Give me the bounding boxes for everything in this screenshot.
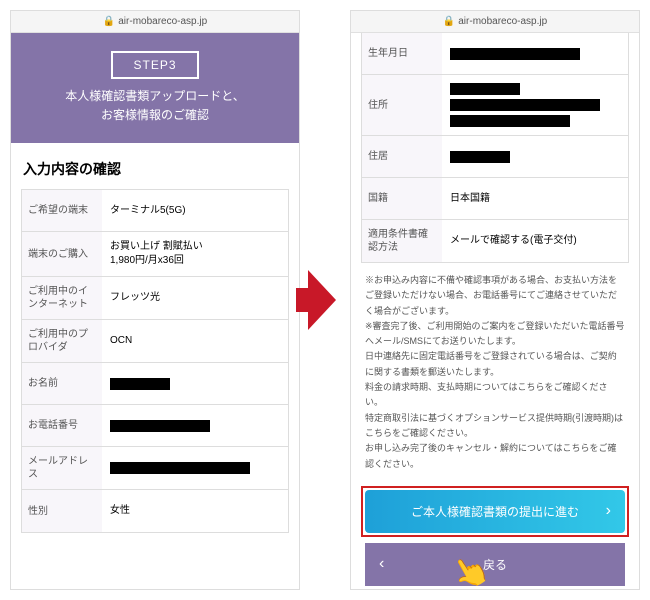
lock-icon: 🔒 (443, 11, 455, 33)
redacted-phone (110, 420, 210, 432)
step-text-2: お客様情報のご確認 (21, 106, 289, 125)
table-row: ご希望の端末ターミナル5(5G) (22, 190, 288, 232)
arrow-icon (308, 270, 336, 330)
url-bar: 🔒air-mobareco-asp.jp (11, 11, 299, 33)
confirm-table-left: ご希望の端末ターミナル5(5G) 端末のご購入お買い上げ 割賦払い 1,980円… (21, 189, 289, 533)
notes-text: ※お申込み内容に不備や確認事項がある場合、お支払い方法をご登録いただけない場合、… (351, 263, 639, 482)
url-text: air-mobareco-asp.jp (118, 16, 207, 27)
redacted-addr (450, 99, 600, 111)
table-row: 住居 (362, 136, 628, 178)
table-row: 端末のご購入お買い上げ 割賦払い 1,980円/月x36回 (22, 232, 288, 277)
table-row: ご利用中のインターネットフレッツ光 (22, 277, 288, 320)
redacted-email (110, 462, 250, 474)
step-text-1: 本人様確認書類アップロードと、 (21, 87, 289, 106)
url-bar: 🔒air-mobareco-asp.jp (351, 11, 639, 33)
highlight-box: ご本人様確認書類の提出に進む (361, 486, 629, 537)
redacted-residence (450, 151, 510, 163)
url-text: air-mobareco-asp.jp (458, 16, 547, 27)
table-row: 住所 (362, 75, 628, 136)
redacted-addr (450, 83, 520, 95)
table-row: 生年月日 (362, 33, 628, 75)
submit-documents-button[interactable]: ご本人様確認書類の提出に進む (365, 490, 625, 533)
redacted-dob (450, 48, 580, 60)
back-button[interactable]: 戻る (365, 543, 625, 586)
table-row: ご利用中のプロバイダOCN (22, 320, 288, 363)
table-row: メールアドレス (22, 447, 288, 490)
redacted-name (110, 378, 170, 390)
table-row: 性別女性 (22, 490, 288, 532)
redacted-addr (450, 115, 570, 127)
table-row: 国籍日本国籍 (362, 178, 628, 220)
step-banner: STEP3 本人様確認書類アップロードと、 お客様情報のご確認 (11, 33, 299, 143)
table-row: お電話番号 (22, 405, 288, 447)
phone-screen-right: 🔒air-mobareco-asp.jp 生年月日 住所 住居 国籍日本国籍 適… (350, 10, 640, 590)
confirm-table-right: 生年月日 住所 住居 国籍日本国籍 適用条件書確認方法メールで確認する(電子交付… (361, 33, 629, 263)
step-label: STEP3 (111, 51, 198, 79)
lock-icon: 🔒 (103, 11, 115, 33)
section-title: 入力内容の確認 (11, 143, 299, 189)
table-row: お名前 (22, 363, 288, 405)
table-row: 適用条件書確認方法メールで確認する(電子交付) (362, 220, 628, 262)
phone-screen-left: 🔒air-mobareco-asp.jp STEP3 本人様確認書類アップロード… (10, 10, 300, 590)
